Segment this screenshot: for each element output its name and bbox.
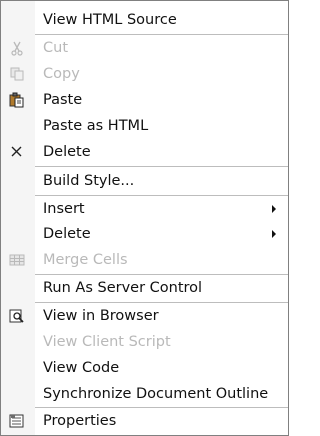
menu-item-label: View Client Script [43,334,171,350]
menu-item-cut[interactable]: Cut [1,35,288,61]
menu-item-properties[interactable]: Properties [1,408,288,434]
menu-item-paste[interactable]: Paste [1,87,288,113]
menu-item-label: Paste [43,92,83,108]
menu-item-label: Copy [43,66,80,82]
menu-item-label: Delete [43,226,91,242]
menu-item-label: Delete [43,144,91,160]
menu-item-label: Run As Server Control [43,280,203,296]
menu-item-view-code[interactable]: View Code [1,355,288,381]
menu-item-label: View HTML Source [43,12,177,28]
menu-item-insert[interactable]: Insert [1,196,288,222]
submenu-arrow-icon [272,230,276,238]
menu-separator [35,166,288,167]
menu-item-view-html-source[interactable]: View HTML Source [1,7,288,33]
menu-item-label: Paste as HTML [43,118,149,134]
copy-icon [8,66,26,82]
menu-item-delete-submenu[interactable]: Delete [1,221,288,247]
menu-item-copy[interactable]: Copy [1,61,288,87]
menu-item-label: View in Browser [43,308,159,324]
clipboard-icon [8,92,26,108]
menu-item-label: Merge Cells [43,252,128,268]
menu-item-label: View Code [43,360,120,376]
menu-item-label: Synchronize Document Outline [43,386,269,402]
context-menu: View HTML Source Cut Copy Paste Paste as… [0,0,289,436]
menu-item-synchronize-document-outline[interactable]: Synchronize Document Outline [1,381,288,407]
menu-item-view-client-script[interactable]: View Client Script [1,329,288,355]
x-icon [8,144,26,160]
menu-item-label: Cut [43,40,68,56]
scissors-icon [8,40,26,56]
properties-icon [8,413,26,429]
menu-item-run-as-server-control[interactable]: Run As Server Control [1,275,288,301]
menu-item-paste-as-html[interactable]: Paste as HTML [1,113,288,139]
menu-item-label: Properties [43,413,117,429]
submenu-arrow-icon [272,205,276,213]
browser-preview-icon [8,308,26,324]
table-icon [8,252,26,268]
menu-item-label: Build Style... [43,173,135,189]
menu-item-build-style[interactable]: Build Style... [1,168,288,194]
menu-item-view-in-browser[interactable]: View in Browser [1,303,288,329]
menu-item-label: Insert [43,201,85,217]
menu-item-merge-cells[interactable]: Merge Cells [1,247,288,273]
menu-item-delete[interactable]: Delete [1,139,288,165]
